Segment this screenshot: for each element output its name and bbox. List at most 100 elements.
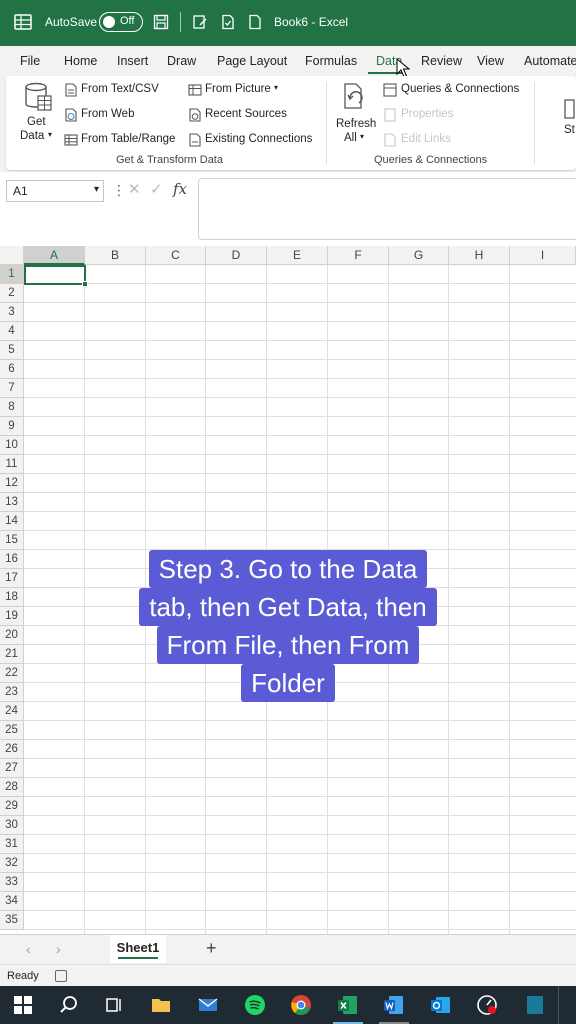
row-header[interactable]: 28 <box>0 778 24 797</box>
windows-start-icon[interactable] <box>12 994 34 1016</box>
row-header[interactable]: 29 <box>0 797 24 816</box>
row-header[interactable]: 7 <box>0 379 24 398</box>
column-header[interactable]: I <box>510 246 576 265</box>
formula-bar: A1 ▾ ⋮ ✕ ✓ fx <box>0 172 576 242</box>
sheet-tab-sheet1[interactable]: Sheet1 <box>110 935 166 963</box>
row-header[interactable]: 8 <box>0 398 24 417</box>
document-check-icon[interactable] <box>220 14 236 30</box>
insert-function-button[interactable]: fx <box>173 180 187 198</box>
from-picture-button[interactable]: From Picture <box>205 83 271 95</box>
autosave-toggle[interactable]: Off <box>99 12 143 32</box>
edit-links-button[interactable]: Edit Links <box>401 133 451 145</box>
from-table-range-button[interactable]: From Table/Range <box>81 133 175 145</box>
formula-input[interactable] <box>198 178 576 240</box>
row-header[interactable]: 33 <box>0 873 24 892</box>
row-header[interactable]: 25 <box>0 721 24 740</box>
column-header[interactable]: F <box>328 246 389 265</box>
tab-automate[interactable]: Automate <box>524 54 576 68</box>
app-window-icon[interactable] <box>524 994 546 1016</box>
task-view-icon[interactable] <box>103 994 125 1016</box>
refresh-all-button[interactable]: Refresh All ▾ <box>332 80 376 148</box>
row-header[interactable]: 1 <box>0 265 24 284</box>
column-header[interactable]: B <box>85 246 146 265</box>
save-icon[interactable] <box>153 14 169 30</box>
tab-view[interactable]: View <box>477 54 504 68</box>
column-header[interactable]: E <box>267 246 328 265</box>
tab-draw[interactable]: Draw <box>167 54 196 68</box>
stocks-label: St <box>564 124 575 136</box>
row-header[interactable]: 31 <box>0 835 24 854</box>
column-header[interactable]: A <box>24 246 85 265</box>
sheet-tab-label: Sheet1 <box>116 940 160 955</box>
column-header[interactable]: D <box>206 246 267 265</box>
row-header[interactable]: 30 <box>0 816 24 835</box>
tab-home[interactable]: Home <box>64 54 97 68</box>
row-gridline <box>24 739 576 740</box>
stocks-icon[interactable] <box>562 98 576 120</box>
get-data-label-1: Get <box>27 116 46 128</box>
accessibility-icon[interactable] <box>55 970 67 982</box>
file-explorer-icon[interactable] <box>150 994 172 1016</box>
caption-line: tab, then Get Data, then <box>139 588 437 626</box>
chevron-right-icon[interactable]: › <box>56 941 61 957</box>
form-icon[interactable] <box>192 14 208 30</box>
row-header[interactable]: 3 <box>0 303 24 322</box>
tab-insert[interactable]: Insert <box>117 54 148 68</box>
outlook-taskbar-icon[interactable] <box>430 994 452 1016</box>
chevron-down-icon: ▾ <box>360 132 365 141</box>
row-header[interactable]: 10 <box>0 436 24 455</box>
row-header[interactable]: 24 <box>0 702 24 721</box>
row-header[interactable]: 35 <box>0 911 24 930</box>
tab-page-layout[interactable]: Page Layout <box>217 54 287 68</box>
tab-formulas[interactable]: Formulas <box>305 54 357 68</box>
row-header[interactable]: 4 <box>0 322 24 341</box>
autosave-label: AutoSave <box>45 15 98 29</box>
active-cell-a1[interactable] <box>24 265 88 287</box>
tab-file[interactable]: File <box>20 54 40 68</box>
chrome-icon[interactable] <box>290 994 312 1016</box>
recent-sources-button[interactable]: Recent Sources <box>205 108 287 120</box>
edit-links-icon <box>384 133 396 147</box>
row-header[interactable]: 11 <box>0 455 24 474</box>
fill-handle[interactable] <box>82 281 88 287</box>
search-icon[interactable] <box>58 994 80 1016</box>
row-header[interactable]: 27 <box>0 759 24 778</box>
column-header[interactable]: G <box>389 246 449 265</box>
excel-taskbar-icon[interactable] <box>337 994 359 1016</box>
tab-review[interactable]: Review <box>421 54 462 68</box>
cancel-icon[interactable]: ✕ <box>128 180 141 198</box>
row-header[interactable]: 26 <box>0 740 24 759</box>
existing-connections-button[interactable]: Existing Connections <box>205 133 312 145</box>
row-header[interactable]: 5 <box>0 341 24 360</box>
row-header[interactable]: 9 <box>0 417 24 436</box>
row-header[interactable]: 13 <box>0 493 24 512</box>
add-sheet-button[interactable]: + <box>206 938 217 959</box>
properties-button[interactable]: Properties <box>401 108 453 120</box>
column-header[interactable]: H <box>449 246 510 265</box>
ribbon-tabs: File Home Insert Draw Page Layout Formul… <box>0 46 576 78</box>
refresh-icon <box>344 83 363 109</box>
mouse-cursor-icon <box>396 58 410 78</box>
row-header[interactable]: 6 <box>0 360 24 379</box>
row-header[interactable]: 12 <box>0 474 24 493</box>
chevron-left-icon[interactable]: ‹ <box>26 941 31 957</box>
mail-icon[interactable] <box>197 994 219 1016</box>
from-text-csv-button[interactable]: From Text/CSV <box>81 83 159 95</box>
column-header[interactable]: C <box>146 246 206 265</box>
database-icon <box>25 82 52 111</box>
spotify-icon[interactable] <box>244 994 266 1016</box>
name-box[interactable]: A1 ▾ <box>6 180 104 202</box>
enter-check-icon[interactable]: ✓ <box>150 180 163 198</box>
row-header[interactable]: 34 <box>0 892 24 911</box>
row-header[interactable]: 2 <box>0 284 24 303</box>
select-all-corner[interactable] <box>0 246 24 265</box>
from-web-button[interactable]: From Web <box>81 108 134 120</box>
row-header[interactable]: 14 <box>0 512 24 531</box>
row-header[interactable]: 15 <box>0 531 24 550</box>
row-header[interactable]: 32 <box>0 854 24 873</box>
word-taskbar-icon[interactable] <box>383 994 405 1016</box>
more-options-icon[interactable]: ⋮ <box>112 182 126 199</box>
recorder-app-icon[interactable] <box>476 994 498 1016</box>
get-data-button[interactable]: Get Data ▾ <box>16 80 58 148</box>
queries-connections-button[interactable]: Queries & Connections <box>401 83 519 95</box>
